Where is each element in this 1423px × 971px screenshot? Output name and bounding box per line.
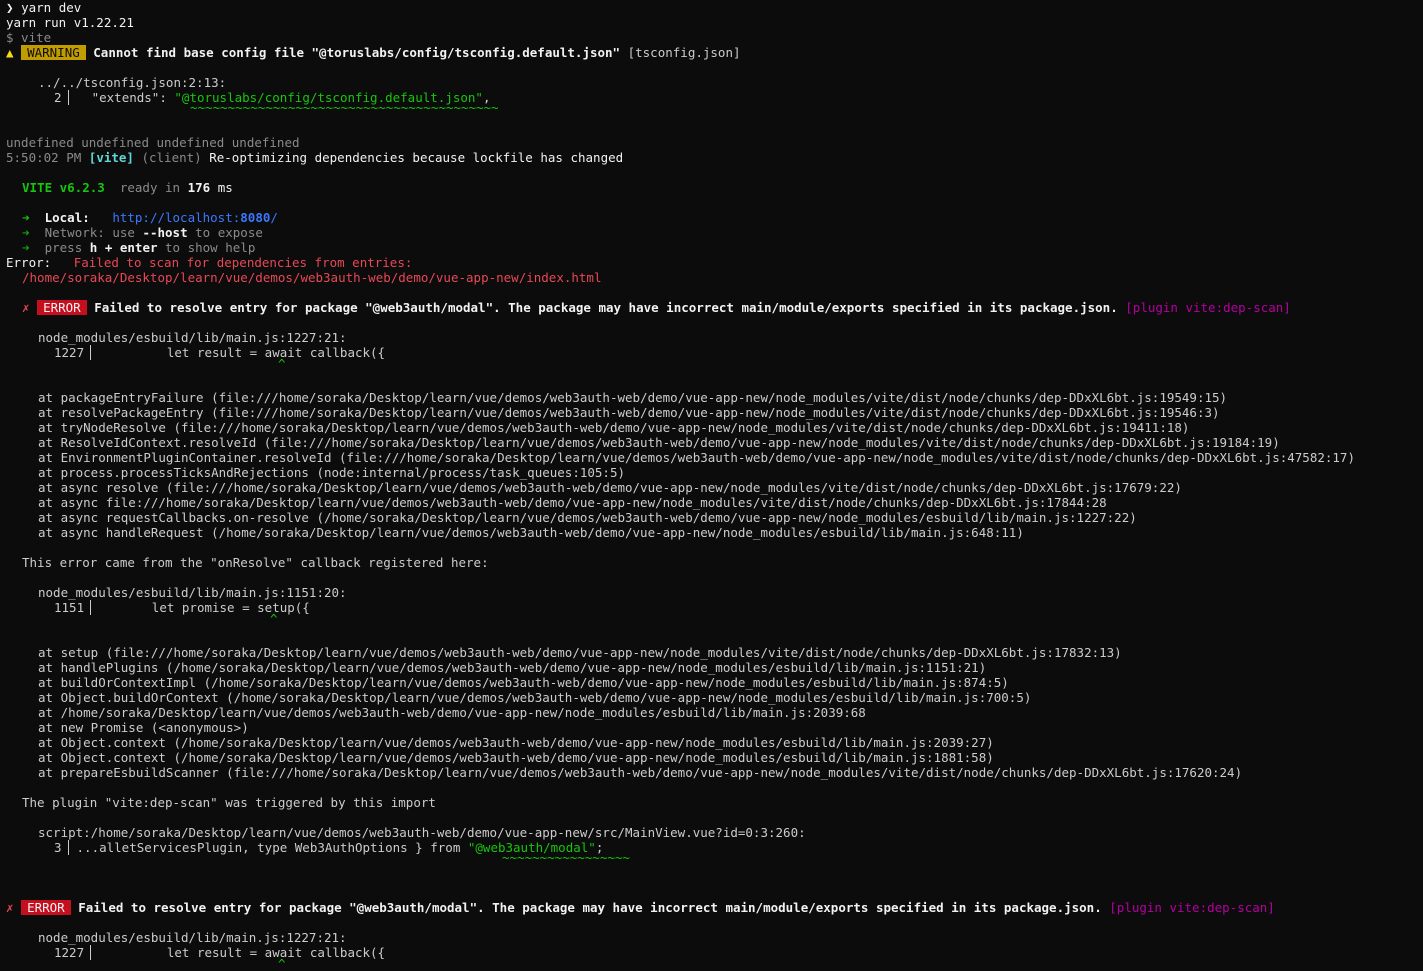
stack-frame: at ResolveIdContext.resolveId (file:///h… <box>38 435 1280 450</box>
help-press: press <box>44 240 83 255</box>
prompt-glyph: ❯ <box>6 0 14 15</box>
error-1-line-number: 1227 <box>54 345 92 360</box>
yarn-version-line: yarn run v1.22.21 <box>6 15 134 30</box>
error-2-caret: ^ <box>278 956 286 971</box>
stack-frame: at resolvePackageEntry (file:///home/sor… <box>38 405 1220 420</box>
warning-squiggle: ~~~~~~~~~~~~~~~~~~~~~~~~~~~~~~~~~~~~~~~~… <box>190 100 499 115</box>
trigger-line-number: 3 <box>54 840 69 855</box>
stack-frame: at async requestCallbacks.on-resolve (/h… <box>38 510 1137 525</box>
error-label: Error: <box>6 255 52 270</box>
stack-frame: at Object.context (/home/soraka/Desktop/… <box>38 735 994 750</box>
origin-code: let promise = setup({ <box>151 600 310 615</box>
error-2-location: node_modules/esbuild/lib/main.js:1227:21… <box>38 930 347 945</box>
undefined-line: undefined undefined undefined undefined <box>6 135 300 150</box>
stack-frame: at async handleRequest (/home/soraka/Des… <box>38 525 1024 540</box>
reopt-time: 5:50:02 PM <box>6 150 82 165</box>
stack-frame: at setup (file:///home/soraka/Desktop/le… <box>38 645 1122 660</box>
error-header-path: /home/soraka/Desktop/learn/vue/demos/web… <box>22 270 602 285</box>
reoptimize-line: 5:50:02 PM [vite] (client) Re-optimizing… <box>6 150 623 165</box>
error-header-message: Failed to scan for dependencies from ent… <box>73 255 413 270</box>
stack-frame: at handlePlugins (/home/soraka/Desktop/l… <box>38 660 987 675</box>
error-2-code-line: 1227 let result = await callback({ <box>54 945 385 960</box>
local-url-port: 8080 <box>240 210 271 225</box>
command-line: ❯ yarn dev <box>6 0 81 15</box>
trigger-location: script:/home/soraka/Desktop/learn/vue/de… <box>38 825 806 840</box>
origin-location: node_modules/esbuild/lib/main.js:1151:20… <box>38 585 347 600</box>
error-1-code-line: 1227 let result = await callback({ <box>54 345 385 360</box>
error-1-line: ✗ ERROR Failed to resolve entry for pack… <box>22 300 1291 315</box>
error-1-message: Failed to resolve entry for package "@we… <box>94 300 1118 315</box>
warning-line: ▲ WARNING Cannot find base config file "… <box>6 45 741 60</box>
local-url-link[interactable]: http://localhost:8080/ <box>112 210 278 225</box>
local-url-base: http://localhost: <box>112 210 241 225</box>
stack-frame: at process.processTicksAndRejections (no… <box>38 465 625 480</box>
trigger-note: The plugin "vite:dep-scan" was triggered… <box>22 795 436 810</box>
terminal-window[interactable]: ❯ yarn dev yarn run v1.22.21 $ vite ▲ WA… <box>0 0 1423 971</box>
network-label: Network: <box>44 225 105 240</box>
origin-caret: ^ <box>270 611 278 626</box>
stack-frame: at Object.buildOrContext (/home/soraka/D… <box>38 690 1032 705</box>
trigger-code-pre: ...alletServicesPlugin, type Web3AuthOpt… <box>76 840 468 855</box>
vite-version: VITE v6.2.3 <box>22 180 105 195</box>
reopt-vite-tag: [vite] <box>88 150 134 165</box>
stack-frame: at async file:///home/soraka/Desktop/lea… <box>38 495 1107 510</box>
error-1-plugin: [plugin vite:dep-scan] <box>1125 300 1291 315</box>
network-use: use <box>112 225 135 240</box>
warning-message: Cannot find base config file "@toruslabs… <box>93 45 621 60</box>
network-line: ➜ Network: use --host to expose <box>22 225 263 240</box>
command-text: yarn dev <box>21 0 82 15</box>
error-header-line: Error: Failed to scan for dependencies f… <box>6 255 412 270</box>
error-x-icon: ✗ <box>6 900 14 915</box>
error-x-icon: ✗ <box>22 300 30 315</box>
error-1-location: node_modules/esbuild/lib/main.js:1227:21… <box>38 330 347 345</box>
warning-badge: WARNING <box>21 45 86 60</box>
arrow-right-icon: ➜ <box>22 210 30 225</box>
local-label: Local: <box>44 210 90 225</box>
vite-cmd-line: $ vite <box>6 30 52 45</box>
error-2-line-number: 1227 <box>54 945 92 960</box>
error-2-message: Failed to resolve entry for package "@we… <box>78 900 1102 915</box>
vite-ready-line: VITE v6.2.3 ready in 176 ms <box>22 180 233 195</box>
stack-frame: at buildOrContextImpl (/home/soraka/Desk… <box>38 675 1009 690</box>
error-2-line: ✗ ERROR Failed to resolve entry for pack… <box>6 900 1275 915</box>
stack-frame: at Object.context (/home/soraka/Desktop/… <box>38 750 994 765</box>
ready-ms-value: 176 <box>187 180 211 195</box>
trigger-squiggle: ~~~~~~~~~~~~~~~~~ <box>502 850 630 865</box>
stack-frame: at /home/soraka/Desktop/learn/vue/demos/… <box>38 705 866 720</box>
help-tail: to show help <box>165 240 256 255</box>
network-flag: --host <box>142 225 188 240</box>
reopt-client-tag: (client) <box>141 150 202 165</box>
error-badge: ERROR <box>37 300 87 315</box>
arrow-right-icon: ➜ <box>22 225 30 240</box>
warning-location: ../../tsconfig.json:2:13: <box>38 75 227 90</box>
stack-frame: at prepareEsbuildScanner (file:///home/s… <box>38 765 1243 780</box>
reopt-message: Re-optimizing dependencies because lockf… <box>209 150 624 165</box>
local-url-slash: / <box>270 210 278 225</box>
warning-tag: [tsconfig.json] <box>627 45 741 60</box>
error-1-caret: ^ <box>278 356 286 371</box>
stack-frame: at EnvironmentPluginContainer.resolveId … <box>38 450 1355 465</box>
origin-line-number: 1151 <box>54 600 92 615</box>
stack-frame: at async resolve (file:///home/soraka/De… <box>38 480 1182 495</box>
arrow-right-icon: ➜ <box>22 240 30 255</box>
stack-frame: at new Promise (<anonymous>) <box>38 720 249 735</box>
stack-frame: at packageEntryFailure (file:///home/sor… <box>38 390 1228 405</box>
help-line: ➜ press h + enter to show help <box>22 240 255 255</box>
error-2-plugin: [plugin vite:dep-scan] <box>1109 900 1275 915</box>
error-2-code: let result = await callback({ <box>166 945 386 960</box>
ready-ms-unit: ms <box>217 180 233 195</box>
stack-frame: at tryNodeResolve (file:///home/soraka/D… <box>38 420 1190 435</box>
error-badge: ERROR <box>21 900 71 915</box>
origin-note: This error came from the "onResolve" cal… <box>22 555 489 570</box>
local-url-line: ➜ Local: http://localhost:8080/ <box>22 210 278 225</box>
ready-text: ready in <box>119 180 181 195</box>
warning-icon: ▲ <box>6 45 14 60</box>
error-1-code: let result = await callback({ <box>166 345 386 360</box>
network-tail: to expose <box>195 225 263 240</box>
warning-code-key: "extends": <box>91 90 175 105</box>
warning-line-number: 2 <box>54 90 69 105</box>
help-keys: h + enter <box>89 240 158 255</box>
